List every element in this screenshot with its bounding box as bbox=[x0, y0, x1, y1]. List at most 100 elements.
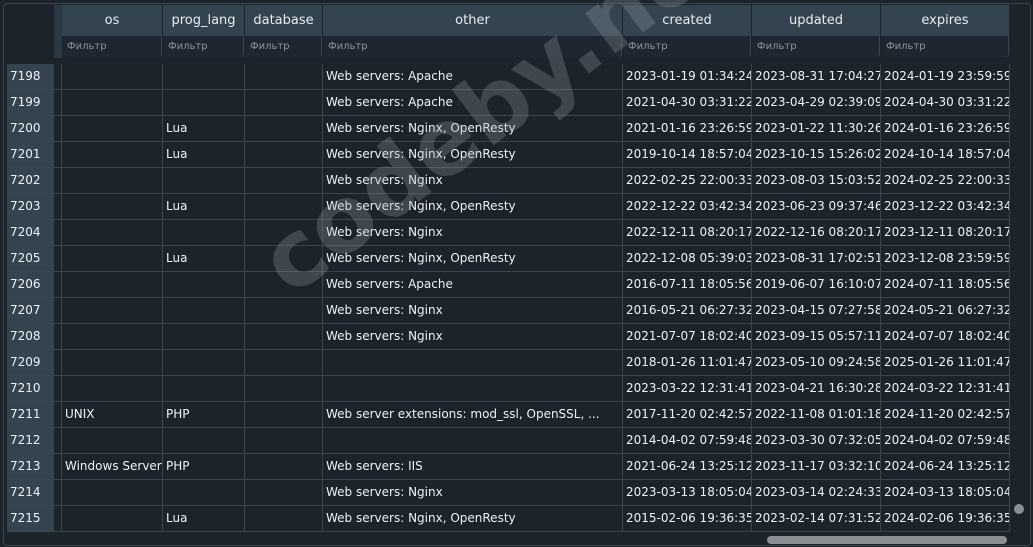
cell-database[interactable] bbox=[245, 506, 323, 531]
vertical-scrollbar[interactable] bbox=[1011, 8, 1027, 528]
filter-input-os[interactable]: Фильтр bbox=[63, 36, 162, 57]
table-row[interactable]: 7211 UNIX PHP Web server extensions: mod_ss… bbox=[7, 402, 1010, 428]
cell-other[interactable]: Web servers: Nginx bbox=[323, 298, 623, 323]
cell-database[interactable] bbox=[245, 168, 323, 193]
cell-updated[interactable]: 2023-01-22 11:30:26 bbox=[752, 116, 881, 141]
row-header[interactable]: 7207 bbox=[7, 298, 54, 323]
filter-input-created[interactable]: Фильтр bbox=[624, 36, 751, 57]
row-header[interactable]: 7208 bbox=[7, 324, 54, 349]
cell-other[interactable] bbox=[323, 428, 623, 453]
cell-created[interactable]: 2016-05-21 06:27:32 bbox=[623, 298, 752, 323]
cell-os[interactable] bbox=[62, 480, 163, 505]
cell-database[interactable] bbox=[245, 194, 323, 219]
table-row[interactable]: 7206 Web servers: Apache 2016-07-11 18:05:… bbox=[7, 272, 1010, 298]
cell-created[interactable]: 2014-04-02 07:59:48 bbox=[623, 428, 752, 453]
cell-prog_lang[interactable] bbox=[163, 350, 245, 375]
cell-prog_lang[interactable]: Lua bbox=[163, 246, 245, 271]
cell-database[interactable] bbox=[245, 324, 323, 349]
cell-expires[interactable]: 2024-03-22 12:31:41 bbox=[881, 376, 1010, 401]
filter-input-updated[interactable]: Фильтр bbox=[753, 36, 880, 57]
cell-created[interactable]: 2022-12-22 03:42:34 bbox=[623, 194, 752, 219]
cell-os[interactable] bbox=[62, 116, 163, 141]
cell-updated[interactable]: 2023-03-14 02:24:33 bbox=[752, 480, 881, 505]
cell-os[interactable] bbox=[62, 298, 163, 323]
table-row[interactable]: 7198 Web servers: Apache 2023-01-19 01:34:… bbox=[7, 64, 1010, 90]
row-header[interactable]: 7205 bbox=[7, 246, 54, 271]
cell-created[interactable]: 2018-01-26 11:01:47 bbox=[623, 350, 752, 375]
cell-prog_lang[interactable] bbox=[163, 376, 245, 401]
cell-os[interactable] bbox=[62, 350, 163, 375]
table-row[interactable]: 7199 Web servers: Apache 2021-04-30 03:31:… bbox=[7, 90, 1010, 116]
cell-prog_lang[interactable] bbox=[163, 220, 245, 245]
cell-database[interactable] bbox=[245, 64, 323, 89]
cell-created[interactable]: 2019-10-14 18:57:04 bbox=[623, 142, 752, 167]
cell-other[interactable]: Web servers: IIS bbox=[323, 454, 623, 479]
cell-updated[interactable]: 2023-08-31 17:02:51 bbox=[752, 246, 881, 271]
cell-expires[interactable]: 2025-01-26 11:01:47 bbox=[881, 350, 1010, 375]
cell-other[interactable]: Web servers: Apache bbox=[323, 272, 623, 297]
cell-created[interactable]: 2017-11-20 02:42:57 bbox=[623, 402, 752, 427]
cell-other[interactable] bbox=[323, 350, 623, 375]
cell-database[interactable] bbox=[245, 246, 323, 271]
cell-os[interactable] bbox=[62, 272, 163, 297]
table-row[interactable]: 7213 Windows Server PHP Web servers: IIS 202… bbox=[7, 454, 1010, 480]
cell-prog_lang[interactable] bbox=[163, 168, 245, 193]
cell-expires[interactable]: 2024-05-21 06:27:32 bbox=[881, 298, 1010, 323]
cell-updated[interactable]: 2023-08-03 15:03:52 bbox=[752, 168, 881, 193]
row-header[interactable]: 7215 bbox=[7, 506, 54, 531]
filter-input-other[interactable]: Фильтр bbox=[324, 36, 622, 57]
cell-database[interactable] bbox=[245, 350, 323, 375]
cell-updated[interactable]: 2023-09-15 05:57:11 bbox=[752, 324, 881, 349]
cell-updated[interactable]: 2023-04-29 02:39:09 bbox=[752, 90, 881, 115]
cell-prog_lang[interactable] bbox=[163, 428, 245, 453]
table-row[interactable]: 7210 2023-03-22 12:31:41 2023-04-21 16:30:… bbox=[7, 376, 1010, 402]
cell-expires[interactable]: 2024-04-02 07:59:48 bbox=[881, 428, 1010, 453]
cell-prog_lang[interactable] bbox=[163, 64, 245, 89]
cell-updated[interactable]: 2023-02-14 07:31:52 bbox=[752, 506, 881, 531]
cell-prog_lang[interactable]: PHP bbox=[163, 402, 245, 427]
cell-os[interactable] bbox=[62, 194, 163, 219]
cell-expires[interactable]: 2024-01-16 23:26:59 bbox=[881, 116, 1010, 141]
cell-database[interactable] bbox=[245, 142, 323, 167]
cell-database[interactable] bbox=[245, 272, 323, 297]
row-header[interactable]: 7199 bbox=[7, 90, 54, 115]
cell-os[interactable] bbox=[62, 324, 163, 349]
cell-updated[interactable]: 2022-11-08 01:01:18 bbox=[752, 402, 881, 427]
cell-prog_lang[interactable] bbox=[163, 480, 245, 505]
cell-other[interactable]: Web servers: Nginx bbox=[323, 324, 623, 349]
cell-other[interactable]: Web servers: Apache bbox=[323, 64, 623, 89]
cell-updated[interactable]: 2019-06-07 16:10:07 bbox=[752, 272, 881, 297]
cell-prog_lang[interactable] bbox=[163, 90, 245, 115]
cell-database[interactable] bbox=[245, 90, 323, 115]
table-row[interactable]: 7212 2014-04-02 07:59:48 2023-03-30 07:32:… bbox=[7, 428, 1010, 454]
cell-other[interactable] bbox=[323, 376, 623, 401]
cell-prog_lang[interactable] bbox=[163, 272, 245, 297]
scrollbar-thumb[interactable] bbox=[1014, 504, 1024, 514]
cell-database[interactable] bbox=[245, 298, 323, 323]
cell-other[interactable]: Web servers: Nginx, OpenResty bbox=[323, 116, 623, 141]
column-header-database[interactable]: database bbox=[245, 5, 323, 36]
cell-expires[interactable]: 2023-12-11 08:20:17 bbox=[881, 220, 1010, 245]
table-row[interactable]: 7208 Web servers: Nginx 2021-07-07 18:02:4… bbox=[7, 324, 1010, 350]
cell-database[interactable] bbox=[245, 402, 323, 427]
filter-input-expires[interactable]: Фильтр bbox=[882, 36, 1009, 57]
row-header[interactable]: 7198 bbox=[7, 64, 54, 89]
cell-other[interactable]: Web servers: Nginx, OpenResty bbox=[323, 246, 623, 271]
row-header[interactable]: 7202 bbox=[7, 168, 54, 193]
cell-os[interactable]: UNIX bbox=[62, 402, 163, 427]
row-header[interactable]: 7212 bbox=[7, 428, 54, 453]
cell-other[interactable]: Web servers: Nginx bbox=[323, 480, 623, 505]
cell-created[interactable]: 2023-01-19 01:34:24 bbox=[623, 64, 752, 89]
cell-expires[interactable]: 2023-12-08 23:59:59 bbox=[881, 246, 1010, 271]
scrollbar-thumb[interactable] bbox=[767, 536, 1007, 544]
cell-os[interactable] bbox=[62, 246, 163, 271]
cell-other[interactable]: Web servers: Nginx, OpenResty bbox=[323, 194, 623, 219]
filter-input-prog_lang[interactable]: Фильтр bbox=[164, 36, 244, 57]
table-row[interactable]: 7205 Lua Web servers: Nginx, OpenResty 2022… bbox=[7, 246, 1010, 272]
cell-os[interactable] bbox=[62, 428, 163, 453]
cell-expires[interactable]: 2024-06-24 13:25:12 bbox=[881, 454, 1010, 479]
cell-os[interactable] bbox=[62, 142, 163, 167]
cell-expires[interactable]: 2024-10-14 18:57:04 bbox=[881, 142, 1010, 167]
cell-created[interactable]: 2022-12-11 08:20:17 bbox=[623, 220, 752, 245]
cell-updated[interactable]: 2023-05-10 09:24:58 bbox=[752, 350, 881, 375]
